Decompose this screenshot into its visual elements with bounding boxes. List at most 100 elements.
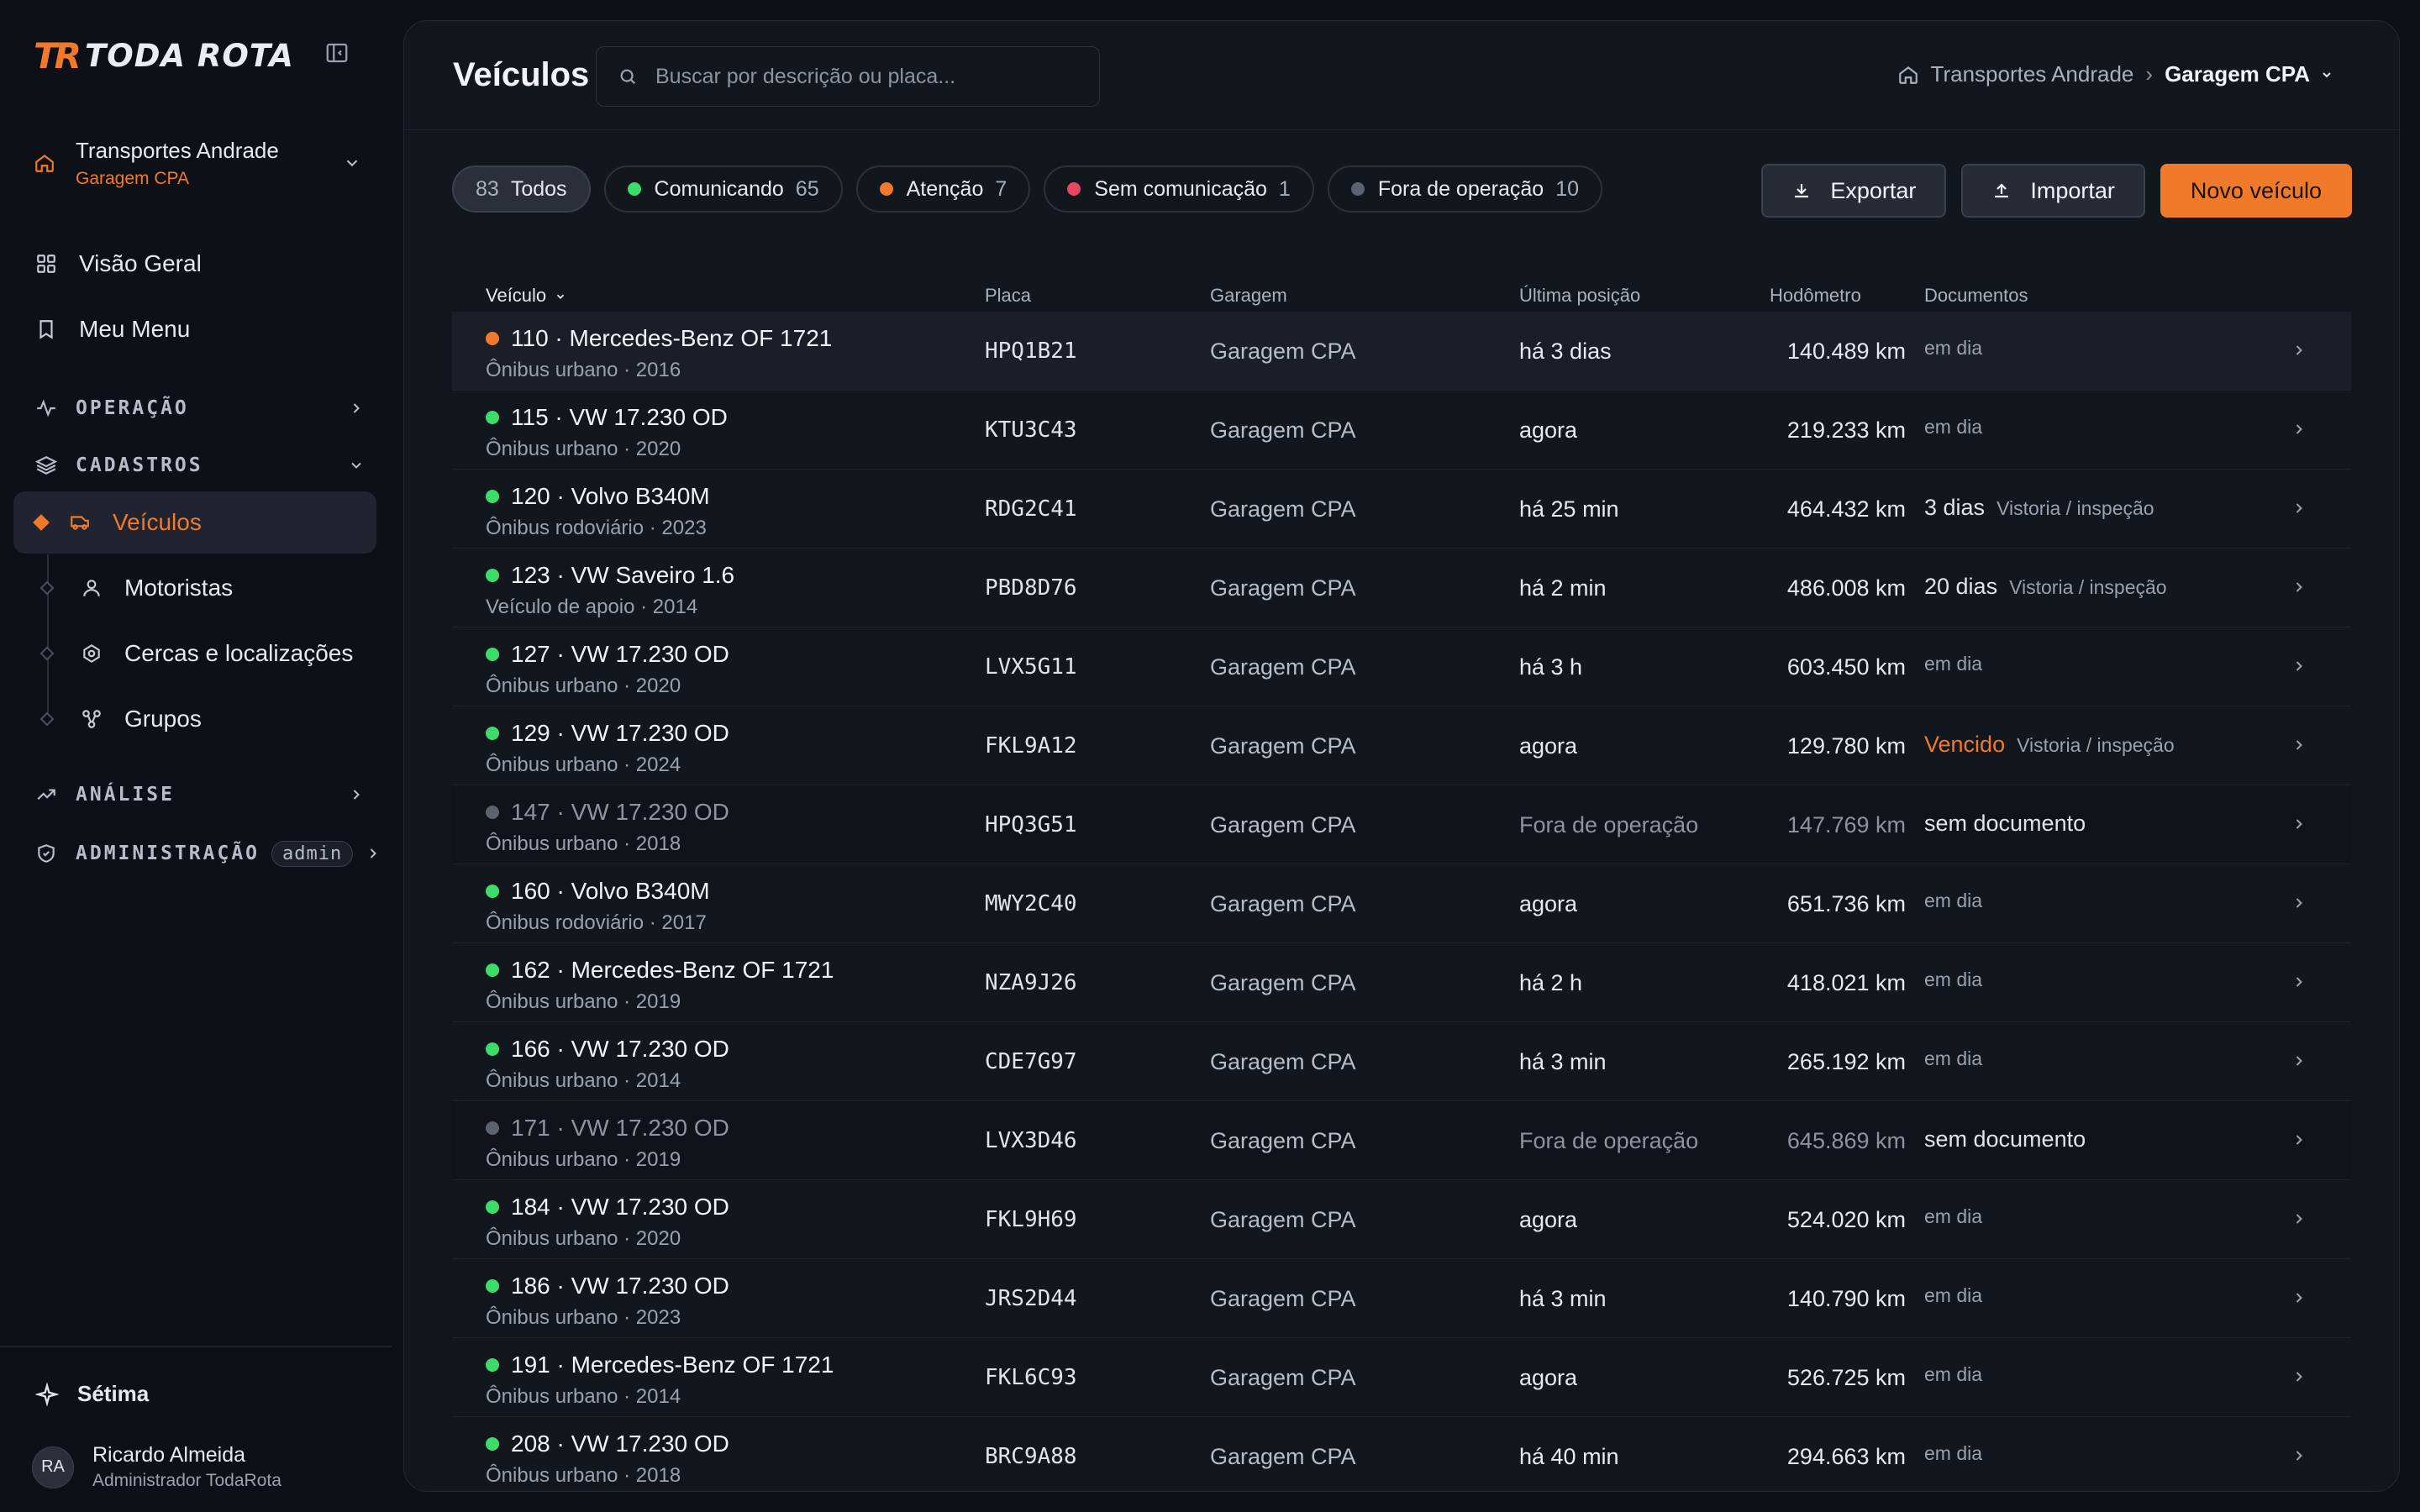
submenu-bullet — [39, 646, 55, 661]
vehicle-documents: sem documento — [1924, 811, 2097, 837]
chevron-right-icon[interactable] — [2291, 895, 2307, 911]
nav-section-analise[interactable]: ANÁLISE — [13, 771, 376, 818]
doc-note: em dia — [1924, 890, 1983, 911]
org-footer[interactable]: Sétima — [35, 1381, 149, 1407]
chevron-right-icon[interactable] — [2291, 1368, 2307, 1385]
filter-todos-count: 83 — [476, 176, 499, 201]
column-veiculo[interactable]: Veículo — [486, 285, 566, 307]
table-row[interactable]: 110 · Mercedes-Benz OF 1721 Ônibus urbano… — [452, 312, 2351, 391]
trending-up-icon — [37, 789, 55, 801]
filter-atencao[interactable]: Atenção 7 — [855, 165, 1031, 213]
nav-motoristas[interactable]: Motoristas — [39, 557, 376, 619]
vehicle-plate: FKL9A12 — [985, 733, 1077, 759]
nav-grupos[interactable]: Grupos — [39, 688, 376, 750]
vehicle-odometer: 651.736 km — [1786, 891, 1906, 916]
chevron-right-icon[interactable] — [2291, 658, 2307, 675]
nav-section-cadastros[interactable]: CADASTROS — [13, 442, 376, 489]
filter-todos[interactable]: 83 Todos — [452, 165, 591, 213]
vehicle-odometer: 524.020 km — [1786, 1207, 1906, 1232]
vehicle-odometer: 129.780 km — [1786, 733, 1906, 759]
column-hodometro[interactable]: Hodômetro — [1770, 285, 1861, 307]
filter-fora-operacao[interactable]: Fora de operação 10 — [1327, 165, 1602, 213]
nav-section-operacao-label: OPERAÇÃO — [76, 397, 189, 419]
filter-comunicando[interactable]: Comunicando 65 — [603, 165, 843, 213]
doc-note: em dia — [1924, 1442, 1983, 1464]
vehicle-title: 166 · VW 17.230 OD — [486, 1036, 729, 1063]
table-row[interactable]: 208 · VW 17.230 OD Ônibus urbano · 2018 BR… — [452, 1417, 2351, 1491]
status-dot — [486, 411, 499, 424]
chevron-right-icon[interactable] — [2291, 1131, 2307, 1148]
table-row[interactable]: 129 · VW 17.230 OD Ônibus urbano · 2024 FK… — [452, 706, 2351, 785]
search-box[interactable] — [596, 46, 1100, 107]
table-row[interactable]: 123 · VW Saveiro 1.6 Veículo de apoio · 2… — [452, 549, 2351, 627]
breadcrumb-org[interactable]: Transportes Andrade — [1931, 61, 2134, 87]
table-row[interactable]: 160 · Volvo B340M Ônibus rodoviário · 201… — [452, 864, 2351, 943]
chevron-right-icon[interactable] — [2291, 816, 2307, 832]
table-row[interactable]: 115 · VW 17.230 OD Ônibus urbano · 2020 KT… — [452, 391, 2351, 470]
chevron-right-icon[interactable] — [2291, 1447, 2307, 1464]
nav-veiculos[interactable]: Veículos — [13, 491, 376, 554]
chevron-right-icon[interactable] — [2291, 421, 2307, 438]
org-switcher[interactable]: Transportes Andrade Garagem CPA — [34, 133, 361, 193]
column-garagem[interactable]: Garagem — [1210, 285, 1287, 307]
vehicle-name: 120 · Volvo B340M — [511, 483, 710, 509]
vehicle-name: 162 · Mercedes-Benz OF 1721 — [511, 957, 834, 983]
nav-cercas[interactable]: Cercas e localizações — [39, 622, 376, 685]
chevron-right-icon[interactable] — [2291, 579, 2307, 596]
table-row[interactable]: 162 · Mercedes-Benz OF 1721 Ônibus urbano… — [452, 943, 2351, 1022]
nav-visao-geral-label: Visão Geral — [79, 250, 202, 276]
doc-note: em dia — [1924, 416, 1983, 438]
vehicle-plate: LVX3D46 — [985, 1128, 1077, 1153]
table-row[interactable]: 191 · Mercedes-Benz OF 1721 Ônibus urbano… — [452, 1338, 2351, 1417]
chevron-right-icon — [353, 403, 360, 413]
doc-note: em dia — [1924, 1284, 1983, 1306]
table-row[interactable]: 127 · VW 17.230 OD Ônibus urbano · 2020 LV… — [452, 627, 2351, 706]
chevron-right-icon[interactable] — [2291, 737, 2307, 753]
vehicle-garage: Garagem CPA — [1210, 1049, 1356, 1074]
vehicle-subtitle: Ônibus rodoviário · 2023 — [486, 517, 707, 539]
table-row[interactable]: 147 · VW 17.230 OD Ônibus urbano · 2018 HP… — [452, 785, 2351, 864]
nav-section-analise-label: ANÁLISE — [76, 784, 175, 806]
import-button[interactable]: Importar — [1961, 164, 2145, 218]
brand-logo[interactable]: TR TODA ROTA — [34, 35, 294, 76]
chevron-right-icon[interactable] — [2291, 342, 2307, 359]
grid-icon — [37, 255, 55, 273]
chevron-right-icon[interactable] — [2291, 974, 2307, 990]
download-icon — [1795, 184, 1809, 198]
vehicle-subtitle: Ônibus urbano · 2018 — [486, 1464, 681, 1487]
table-row[interactable]: 184 · VW 17.230 OD Ônibus urbano · 2020 FK… — [452, 1180, 2351, 1259]
column-ultima-posicao[interactable]: Última posição — [1519, 285, 1640, 307]
vehicle-last-position: há 40 min — [1519, 1444, 1619, 1469]
new-vehicle-button[interactable]: Novo veículo — [2160, 164, 2352, 218]
table-row[interactable]: 186 · VW 17.230 OD Ônibus urbano · 2023 JR… — [452, 1259, 2351, 1338]
vehicle-documents: em dia — [1924, 653, 1982, 675]
chevron-right-icon[interactable] — [2291, 1210, 2307, 1227]
table-row[interactable]: 120 · Volvo B340M Ônibus rodoviário · 202… — [452, 470, 2351, 549]
submenu-bullet — [39, 711, 55, 727]
user-profile[interactable]: RA Ricardo Almeida Administrador TodaRot… — [32, 1443, 281, 1491]
vehicle-last-position: há 25 min — [1519, 496, 1619, 522]
filter-sem-comunicacao[interactable]: Sem comunicação 1 — [1044, 165, 1314, 213]
sidebar-collapse-icon[interactable] — [324, 40, 350, 66]
vehicle-name: 127 · VW 17.230 OD — [511, 641, 729, 667]
search-input[interactable] — [655, 64, 1092, 89]
chevron-right-icon[interactable] — [2291, 1289, 2307, 1306]
status-dot-red — [1067, 182, 1081, 196]
nav-grupos-label: Grupos — [124, 706, 202, 732]
nav-meu-menu-label: Meu Menu — [79, 316, 191, 342]
table-row[interactable]: 171 · VW 17.230 OD Ônibus urbano · 2019 LV… — [452, 1101, 2351, 1180]
doc-status: 20 dias — [1924, 574, 1998, 599]
nav-visao-geral[interactable]: Visão Geral — [13, 233, 376, 295]
table-row[interactable]: 166 · VW 17.230 OD Ônibus urbano · 2014 CD… — [452, 1022, 2351, 1101]
chevron-right-icon[interactable] — [2291, 500, 2307, 517]
column-placa[interactable]: Placa — [985, 285, 1031, 307]
nav-section-operacao[interactable]: OPERAÇÃO — [13, 385, 376, 432]
column-documentos[interactable]: Documentos — [1924, 285, 2028, 307]
export-button[interactable]: Exportar — [1761, 164, 1947, 218]
chevron-down-icon[interactable] — [2320, 68, 2333, 81]
breadcrumb-current[interactable]: Garagem CPA — [2165, 61, 2310, 87]
chevron-right-icon[interactable] — [2291, 1053, 2307, 1069]
nav-section-administracao[interactable]: ADMINISTRAÇÃO admin — [13, 830, 376, 877]
nav-meu-menu[interactable]: Meu Menu — [13, 298, 376, 360]
vehicle-odometer: 526.725 km — [1786, 1365, 1906, 1390]
